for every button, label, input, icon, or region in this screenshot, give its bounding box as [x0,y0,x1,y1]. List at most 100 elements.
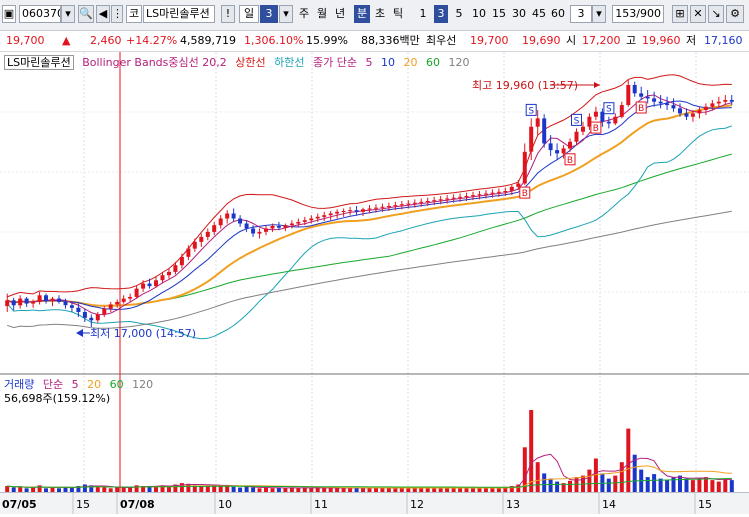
candle-body [328,213,333,216]
stock-name-field[interactable]: LS마린솔루션 [143,5,215,23]
candle-body [115,301,120,305]
candle-body [606,121,611,124]
more-icon[interactable]: ⋮ [111,5,123,23]
grid-tool-icon[interactable]: ⊞ [672,5,688,23]
legend-ma60[interactable]: 60 [426,56,440,69]
volume-bar [529,410,534,492]
legend-ma5[interactable]: 5 [365,56,372,69]
volume-legend-ma60[interactable]: 60 [110,378,124,391]
best-ask: 19,700 [470,34,509,47]
volume-bar [134,485,139,492]
volume-bar [710,480,715,492]
candle-body [535,118,540,127]
candle-body [179,256,184,266]
chart-background [0,52,749,492]
volume-ratio: 1,306.10% [244,34,304,47]
minute-1[interactable]: 1 [416,5,430,23]
candle-body [238,218,243,224]
volume-bar [548,478,553,492]
legend-ma10[interactable]: 10 [381,56,395,69]
minute-dropdown-icon[interactable]: ▾ [592,5,606,23]
candle-body [302,220,307,222]
volume-bar [665,480,670,492]
speaker-icon[interactable]: ◀ [96,5,110,23]
candle-body [568,141,572,149]
settings-icon[interactable]: ⚙ [726,5,744,23]
minute-30[interactable]: 30 [510,5,528,23]
range-input[interactable]: 153/900 [612,5,664,23]
minute-10[interactable]: 10 [470,5,488,23]
candle-body [432,200,437,202]
period-count-input[interactable]: 3 [260,5,278,23]
volume-legend-ma120[interactable]: 120 [132,378,153,391]
candle-body [451,197,456,199]
minute-45[interactable]: 45 [530,5,548,23]
candle-body [471,195,475,197]
candle-body [490,192,495,194]
period-dropdown-icon[interactable]: ▾ [279,5,293,23]
candle-body [652,98,657,102]
cross-tool-icon[interactable]: ✕ [690,5,706,23]
candle-body [671,105,676,109]
up-arrow-icon: ▲ [62,34,71,47]
minute-3[interactable]: 3 [434,5,448,23]
candle-body [89,317,94,321]
legend-upper[interactable]: 상한선 [235,56,265,69]
draw-tool-icon[interactable]: ↘ [708,5,724,23]
candle-body [18,298,23,306]
legend-lower[interactable]: 하한선 [274,56,304,69]
open-label: 시 [566,34,577,47]
candle-body [710,103,715,107]
candle-body [697,110,702,114]
volume-bar [37,485,42,492]
legend-ma-label[interactable]: 종가 단순 [313,56,357,69]
x-axis-tick-label: 10 [218,498,232,511]
minute-60[interactable]: 60 [549,5,567,23]
alert-button[interactable]: ! [221,5,235,23]
price-change: 2,460 [90,34,122,47]
candle-body [684,113,689,117]
candle-body [315,216,320,219]
tab-second[interactable]: 초 [372,5,388,23]
x-axis-tick-label: 11 [314,498,328,511]
x-axis-tick-label: 14 [602,498,616,511]
x-axis-tick-label: 13 [506,498,520,511]
legend-ma120[interactable]: 120 [448,56,469,69]
low-price: 17,160 [704,34,743,47]
volume-bar [568,480,572,492]
legend-stock-name[interactable]: LS마린솔루션 [4,55,74,70]
candle-body [251,228,256,234]
minute-custom-input[interactable]: 3 [570,5,592,23]
price-chart[interactable]: SBBSBS B 최고 19,960 (13:57) 최저 17,000 (14:… [0,52,749,492]
candle-body [225,213,230,219]
window-icon[interactable]: ▣ [2,5,16,23]
legend-ma20[interactable]: 20 [403,56,417,69]
candle-body [555,150,560,154]
x-axis[interactable]: 07/05 15 07/08 10 11 12 13 14 15 [0,492,749,514]
search-icon[interactable]: 🔍 [78,5,94,23]
candle-body [154,280,158,287]
stock-code-input[interactable]: 060370 [19,5,61,23]
market-button[interactable]: 코 [126,5,142,23]
buy-marker-label: B [567,156,573,166]
tab-month[interactable]: 월 [314,5,330,23]
high-price: 19,960 [642,34,681,47]
tab-tick[interactable]: 틱 [390,5,406,23]
turnover: 15.99% [306,34,348,47]
best-label: 최우선 [426,34,457,47]
legend-bollinger[interactable]: Bollinger Bands중심선 20,2 [82,56,227,69]
code-dropdown-icon[interactable]: ▾ [61,5,75,23]
candle-body [141,283,146,289]
minute-15[interactable]: 15 [490,5,508,23]
candle-body [716,101,721,104]
candle-body [37,295,42,302]
low-annotation: 최저 17,000 (14:57) [90,327,196,340]
tab-week[interactable]: 주 [296,5,312,23]
candle-body [173,265,178,272]
tab-year[interactable]: 년 [332,5,348,23]
period-unit-tab[interactable]: 일 [239,5,259,23]
candle-body [678,108,682,114]
minute-5[interactable]: 5 [452,5,466,23]
tab-minute[interactable]: 분 [354,5,370,23]
x-axis-tick-label: 07/05 [2,498,37,511]
